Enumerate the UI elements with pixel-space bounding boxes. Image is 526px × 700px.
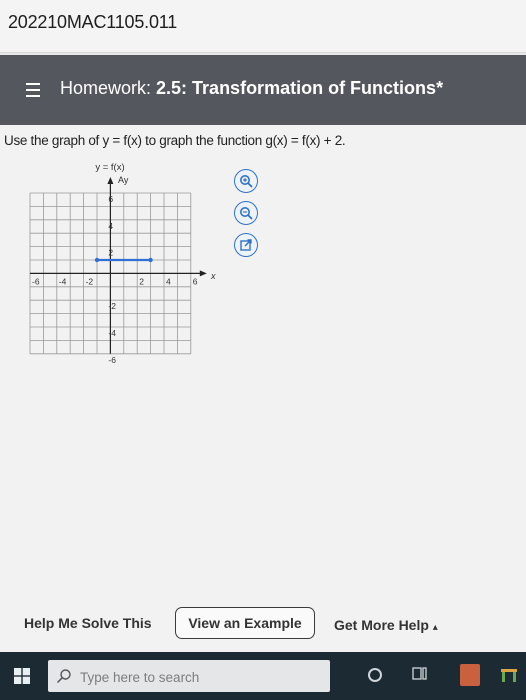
graph-area: y = f(x) Ay x -6 -4 -2 2 4 6 6 4 2 -2 -4 -6 <box>26 161 226 384</box>
y-tick-label: 6 <box>108 194 113 204</box>
x-tick-label: 6 <box>193 276 198 286</box>
course-bar: 202210MAC1105.011 <box>0 0 526 53</box>
homework-prefix: Homework: <box>60 78 157 98</box>
y-tick-label: 4 <box>108 221 113 231</box>
taskbar-search-box[interactable] <box>48 660 330 692</box>
zoom-out-button[interactable] <box>234 201 258 225</box>
x-tick-label: 2 <box>139 276 144 286</box>
homework-header: Homework: 2.5: Transformation of Functio… <box>0 55 526 125</box>
y-axis-arrow <box>107 177 114 184</box>
homework-name: 2.5: Transformation of Functions <box>156 78 437 98</box>
help-bar: Help Me Solve This View an Example Get M… <box>0 605 526 649</box>
task-view-icon[interactable] <box>412 666 428 684</box>
graph-function-label: y = f(x) <box>95 162 124 173</box>
course-id: 202210MAC1105.011 <box>8 12 178 32</box>
x-tick-label: -2 <box>86 276 94 286</box>
y-tick-label: -6 <box>108 355 116 365</box>
open-new-window-icon <box>240 239 252 251</box>
y-tick-label: -2 <box>108 301 116 311</box>
windows-start-icon[interactable] <box>14 668 30 684</box>
x-tick-label: -6 <box>32 276 40 286</box>
cortana-icon[interactable] <box>368 668 382 682</box>
get-more-help-label: Get More Help <box>334 617 429 633</box>
homework-title: Homework: 2.5: Transformation of Functio… <box>60 78 443 99</box>
zoom-in-icon <box>240 175 253 188</box>
y-axis-label: Ay <box>118 175 129 185</box>
taskbar-search-input[interactable] <box>78 665 322 689</box>
x-axis-arrow <box>199 270 207 277</box>
view-an-example-button[interactable]: View an Example <box>175 607 315 639</box>
x-tick-label: -4 <box>59 276 67 286</box>
hamburger-menu-icon[interactable] <box>26 83 40 101</box>
help-me-solve-this-link[interactable]: Help Me Solve This <box>24 615 152 631</box>
x-axis-label: x <box>210 271 216 281</box>
question-content: Use the graph of y = f(x) to graph the f… <box>0 125 526 652</box>
search-icon <box>56 669 71 684</box>
f-of-x-endpoint <box>148 257 153 263</box>
caret-up-icon: ▴ <box>432 622 438 633</box>
zoom-in-button[interactable] <box>234 169 258 193</box>
y-tick-label: -4 <box>108 328 116 338</box>
x-tick-label: 4 <box>166 276 171 286</box>
windows-taskbar <box>0 652 526 700</box>
f-of-x-endpoint <box>94 257 100 263</box>
zoom-out-icon <box>240 207 253 220</box>
graph: y = f(x) Ay x -6 -4 -2 2 4 6 6 4 2 -2 -4 -6 <box>29 162 216 365</box>
y-tick-label: 2 <box>108 248 113 258</box>
pinned-app-icon[interactable] <box>460 664 480 686</box>
homework-asterisk: * <box>436 78 444 98</box>
get-more-help-link[interactable]: Get More Help ▴ <box>334 617 438 633</box>
question-text: Use the graph of y = f(x) to graph the f… <box>4 133 346 148</box>
pinned-app-icon-2[interactable] <box>500 666 518 684</box>
open-new-window-button[interactable] <box>234 233 258 257</box>
